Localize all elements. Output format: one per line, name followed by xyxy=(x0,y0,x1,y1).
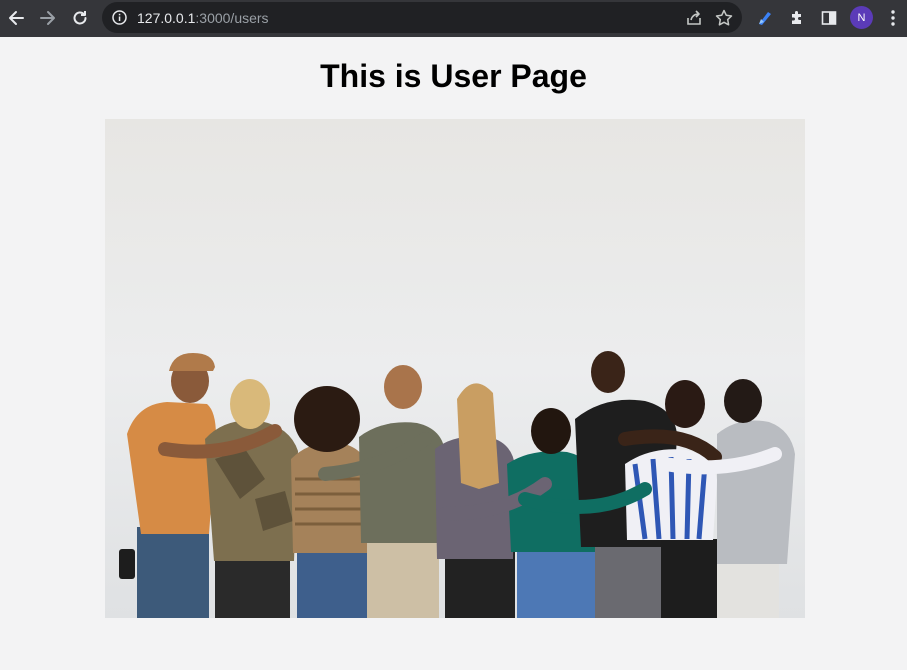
back-arrow-icon xyxy=(9,11,24,25)
address-bar[interactable]: 127.0.0.1:3000/users xyxy=(102,2,742,33)
users-group-photo xyxy=(105,119,805,618)
extension-blue-icon[interactable] xyxy=(754,7,776,29)
back-button[interactable] xyxy=(2,4,30,32)
group-photo-illustration xyxy=(105,119,805,618)
info-icon[interactable] xyxy=(111,9,128,26)
url-text[interactable]: 127.0.0.1:3000/users xyxy=(137,10,269,26)
reload-icon xyxy=(73,11,87,25)
forward-arrow-icon xyxy=(40,11,55,25)
forward-button[interactable] xyxy=(34,4,62,32)
page-title: This is User Page xyxy=(320,58,587,94)
reload-button[interactable] xyxy=(66,4,94,32)
browser-toolbar: 127.0.0.1:3000/users N xyxy=(0,0,907,37)
side-panel-icon[interactable] xyxy=(818,7,840,29)
url-host: 127.0.0.1 xyxy=(137,10,196,26)
url-path: :3000/users xyxy=(195,10,269,26)
puzzle-icon[interactable] xyxy=(786,7,808,29)
extension-logo-icon xyxy=(759,12,771,25)
profile-avatar[interactable]: N xyxy=(850,6,873,29)
person-3 xyxy=(291,386,369,618)
kebab-menu-icon[interactable] xyxy=(885,7,901,29)
extensions-puzzle-icon xyxy=(792,11,801,24)
side-panel-glyph-icon xyxy=(821,11,837,25)
share-icon[interactable] xyxy=(684,8,704,28)
star-icon[interactable] xyxy=(714,8,734,28)
